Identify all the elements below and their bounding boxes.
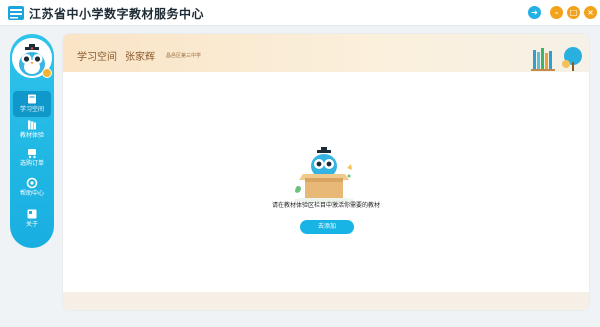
bookshelf-tree-illustration (531, 47, 582, 71)
arrow-right-icon: ➜ (531, 8, 538, 17)
sidebar-item-orders[interactable]: 选购订单 (13, 145, 51, 171)
empty-box-owl-illustration (294, 147, 354, 203)
empty-state-message: 请在教材体验区栏目中激活你需要的教材 (271, 202, 380, 209)
page-header: 学习空间 张家辉 昌邑区第三中学 (63, 34, 589, 72)
close-button[interactable]: × (584, 6, 597, 19)
cart-icon (28, 149, 36, 159)
sidebar-item-help-center[interactable]: 帮助中心 (13, 175, 51, 201)
help-icon (26, 177, 38, 189)
goto-button[interactable]: ➜ (528, 6, 541, 19)
window-title: 江苏省中小学数字教材服务中心 (29, 7, 205, 21)
close-icon: × (587, 8, 594, 17)
minimize-button[interactable]: – (550, 6, 563, 19)
sidebar-item-label: 教材体验 (19, 132, 44, 139)
avatar-badge (42, 68, 52, 78)
footer-strip (63, 292, 589, 310)
books-icon (28, 120, 36, 130)
app-logo-icon (8, 6, 24, 20)
main-panel: 学习空间 张家辉 昌邑区第三中学 请在教材体验区栏目中激活你需要的教材 去添加 (63, 34, 589, 310)
sidebar-item-learning-space[interactable]: 学习空间 (13, 91, 51, 117)
sidebar-item-about[interactable]: 关于 (13, 206, 51, 232)
info-card-icon (27, 209, 37, 219)
maximize-icon: □ (569, 8, 578, 17)
minimize-icon: – (554, 8, 559, 17)
school-name: 昌邑区第三中学 (166, 53, 202, 59)
book-open-icon (28, 94, 36, 104)
sidebar-item-textbook-trial[interactable]: 教材体验 (13, 117, 51, 143)
maximize-button[interactable]: □ (567, 6, 580, 19)
sidebar-item-label: 帮助中心 (19, 190, 44, 197)
sidebar: 学习空间 教材体验 选购订单 帮助中心 关于 (10, 34, 54, 248)
page-title: 学习空间 (77, 52, 117, 63)
content-area: 请在教材体验区栏目中激活你需要的教材 去添加 (63, 80, 589, 292)
sidebar-item-label: 选购订单 (19, 160, 44, 167)
title-bar: 江苏省中小学数字教材服务中心 ➜ – □ × (0, 0, 600, 26)
go-add-button[interactable]: 去添加 (300, 220, 354, 234)
sidebar-item-label: 关于 (25, 221, 38, 228)
user-name: 张家辉 (125, 52, 155, 63)
sidebar-item-label: 学习空间 (19, 106, 44, 113)
